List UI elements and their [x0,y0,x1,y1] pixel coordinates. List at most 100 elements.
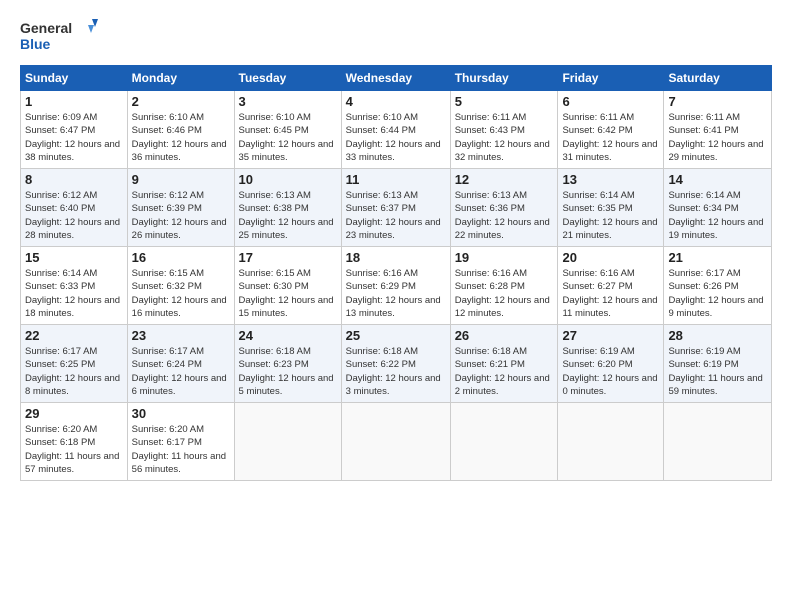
day-number: 14 [668,172,767,187]
calendar-cell [664,403,772,481]
calendar-cell: 23 Sunrise: 6:17 AM Sunset: 6:24 PM Dayl… [127,325,234,403]
calendar-header-thursday: Thursday [450,66,558,91]
day-info: Sunrise: 6:16 AM Sunset: 6:28 PM Dayligh… [455,267,554,320]
calendar-cell: 24 Sunrise: 6:18 AM Sunset: 6:23 PM Dayl… [234,325,341,403]
day-number: 28 [668,328,767,343]
day-info: Sunrise: 6:10 AM Sunset: 6:45 PM Dayligh… [239,111,337,164]
calendar-cell [558,403,664,481]
day-info: Sunrise: 6:14 AM Sunset: 6:34 PM Dayligh… [668,189,767,242]
calendar-header-sunday: Sunday [21,66,128,91]
calendar-cell: 6 Sunrise: 6:11 AM Sunset: 6:42 PM Dayli… [558,91,664,169]
logo-svg: General Blue [20,15,100,55]
day-info: Sunrise: 6:17 AM Sunset: 6:25 PM Dayligh… [25,345,123,398]
logo: General Blue [20,15,100,55]
day-info: Sunrise: 6:12 AM Sunset: 6:39 PM Dayligh… [132,189,230,242]
day-info: Sunrise: 6:19 AM Sunset: 6:20 PM Dayligh… [562,345,659,398]
day-number: 23 [132,328,230,343]
day-info: Sunrise: 6:18 AM Sunset: 6:22 PM Dayligh… [346,345,446,398]
calendar-cell: 5 Sunrise: 6:11 AM Sunset: 6:43 PM Dayli… [450,91,558,169]
calendar-cell: 7 Sunrise: 6:11 AM Sunset: 6:41 PM Dayli… [664,91,772,169]
day-info: Sunrise: 6:18 AM Sunset: 6:23 PM Dayligh… [239,345,337,398]
calendar-cell [341,403,450,481]
day-number: 8 [25,172,123,187]
day-info: Sunrise: 6:14 AM Sunset: 6:35 PM Dayligh… [562,189,659,242]
calendar-cell: 29 Sunrise: 6:20 AM Sunset: 6:18 PM Dayl… [21,403,128,481]
calendar-week-row: 22 Sunrise: 6:17 AM Sunset: 6:25 PM Dayl… [21,325,772,403]
day-info: Sunrise: 6:13 AM Sunset: 6:36 PM Dayligh… [455,189,554,242]
calendar-cell: 9 Sunrise: 6:12 AM Sunset: 6:39 PM Dayli… [127,169,234,247]
day-number: 25 [346,328,446,343]
day-number: 16 [132,250,230,265]
day-info: Sunrise: 6:17 AM Sunset: 6:24 PM Dayligh… [132,345,230,398]
day-info: Sunrise: 6:11 AM Sunset: 6:43 PM Dayligh… [455,111,554,164]
day-number: 9 [132,172,230,187]
day-number: 29 [25,406,123,421]
calendar-cell: 3 Sunrise: 6:10 AM Sunset: 6:45 PM Dayli… [234,91,341,169]
day-info: Sunrise: 6:13 AM Sunset: 6:37 PM Dayligh… [346,189,446,242]
calendar-cell: 15 Sunrise: 6:14 AM Sunset: 6:33 PM Dayl… [21,247,128,325]
day-number: 30 [132,406,230,421]
day-number: 20 [562,250,659,265]
day-number: 21 [668,250,767,265]
day-number: 17 [239,250,337,265]
day-info: Sunrise: 6:12 AM Sunset: 6:40 PM Dayligh… [25,189,123,242]
day-number: 7 [668,94,767,109]
day-info: Sunrise: 6:16 AM Sunset: 6:29 PM Dayligh… [346,267,446,320]
calendar-cell: 13 Sunrise: 6:14 AM Sunset: 6:35 PM Dayl… [558,169,664,247]
day-number: 11 [346,172,446,187]
calendar-header-monday: Monday [127,66,234,91]
day-number: 2 [132,94,230,109]
calendar-week-row: 29 Sunrise: 6:20 AM Sunset: 6:18 PM Dayl… [21,403,772,481]
day-info: Sunrise: 6:09 AM Sunset: 6:47 PM Dayligh… [25,111,123,164]
calendar-cell: 20 Sunrise: 6:16 AM Sunset: 6:27 PM Dayl… [558,247,664,325]
page: General Blue SundayMondayTuesdayWednesda… [0,0,792,612]
calendar-header-tuesday: Tuesday [234,66,341,91]
calendar-cell: 2 Sunrise: 6:10 AM Sunset: 6:46 PM Dayli… [127,91,234,169]
day-number: 10 [239,172,337,187]
day-number: 24 [239,328,337,343]
calendar-cell: 10 Sunrise: 6:13 AM Sunset: 6:38 PM Dayl… [234,169,341,247]
day-info: Sunrise: 6:15 AM Sunset: 6:32 PM Dayligh… [132,267,230,320]
calendar-header-saturday: Saturday [664,66,772,91]
day-number: 4 [346,94,446,109]
calendar-cell [450,403,558,481]
day-number: 19 [455,250,554,265]
day-number: 13 [562,172,659,187]
day-number: 27 [562,328,659,343]
day-number: 22 [25,328,123,343]
day-info: Sunrise: 6:11 AM Sunset: 6:41 PM Dayligh… [668,111,767,164]
calendar-cell: 8 Sunrise: 6:12 AM Sunset: 6:40 PM Dayli… [21,169,128,247]
day-number: 5 [455,94,554,109]
day-info: Sunrise: 6:18 AM Sunset: 6:21 PM Dayligh… [455,345,554,398]
day-number: 1 [25,94,123,109]
calendar-table: SundayMondayTuesdayWednesdayThursdayFrid… [20,65,772,481]
calendar-cell: 27 Sunrise: 6:19 AM Sunset: 6:20 PM Dayl… [558,325,664,403]
calendar-cell: 19 Sunrise: 6:16 AM Sunset: 6:28 PM Dayl… [450,247,558,325]
day-info: Sunrise: 6:19 AM Sunset: 6:19 PM Dayligh… [668,345,767,398]
day-number: 26 [455,328,554,343]
calendar-cell: 22 Sunrise: 6:17 AM Sunset: 6:25 PM Dayl… [21,325,128,403]
calendar-cell: 28 Sunrise: 6:19 AM Sunset: 6:19 PM Dayl… [664,325,772,403]
calendar-header-friday: Friday [558,66,664,91]
calendar-cell: 25 Sunrise: 6:18 AM Sunset: 6:22 PM Dayl… [341,325,450,403]
header: General Blue [20,15,772,55]
calendar-header-row: SundayMondayTuesdayWednesdayThursdayFrid… [21,66,772,91]
calendar-week-row: 15 Sunrise: 6:14 AM Sunset: 6:33 PM Dayl… [21,247,772,325]
day-number: 12 [455,172,554,187]
day-info: Sunrise: 6:11 AM Sunset: 6:42 PM Dayligh… [562,111,659,164]
calendar-cell: 30 Sunrise: 6:20 AM Sunset: 6:17 PM Dayl… [127,403,234,481]
calendar-cell: 11 Sunrise: 6:13 AM Sunset: 6:37 PM Dayl… [341,169,450,247]
svg-text:Blue: Blue [20,36,51,52]
day-number: 3 [239,94,337,109]
calendar-header-wednesday: Wednesday [341,66,450,91]
calendar-cell: 4 Sunrise: 6:10 AM Sunset: 6:44 PM Dayli… [341,91,450,169]
calendar-cell: 18 Sunrise: 6:16 AM Sunset: 6:29 PM Dayl… [341,247,450,325]
calendar-week-row: 1 Sunrise: 6:09 AM Sunset: 6:47 PM Dayli… [21,91,772,169]
day-info: Sunrise: 6:20 AM Sunset: 6:18 PM Dayligh… [25,423,123,476]
day-info: Sunrise: 6:17 AM Sunset: 6:26 PM Dayligh… [668,267,767,320]
day-info: Sunrise: 6:14 AM Sunset: 6:33 PM Dayligh… [25,267,123,320]
calendar-cell: 21 Sunrise: 6:17 AM Sunset: 6:26 PM Dayl… [664,247,772,325]
calendar-cell: 14 Sunrise: 6:14 AM Sunset: 6:34 PM Dayl… [664,169,772,247]
day-info: Sunrise: 6:20 AM Sunset: 6:17 PM Dayligh… [132,423,230,476]
calendar-cell: 17 Sunrise: 6:15 AM Sunset: 6:30 PM Dayl… [234,247,341,325]
